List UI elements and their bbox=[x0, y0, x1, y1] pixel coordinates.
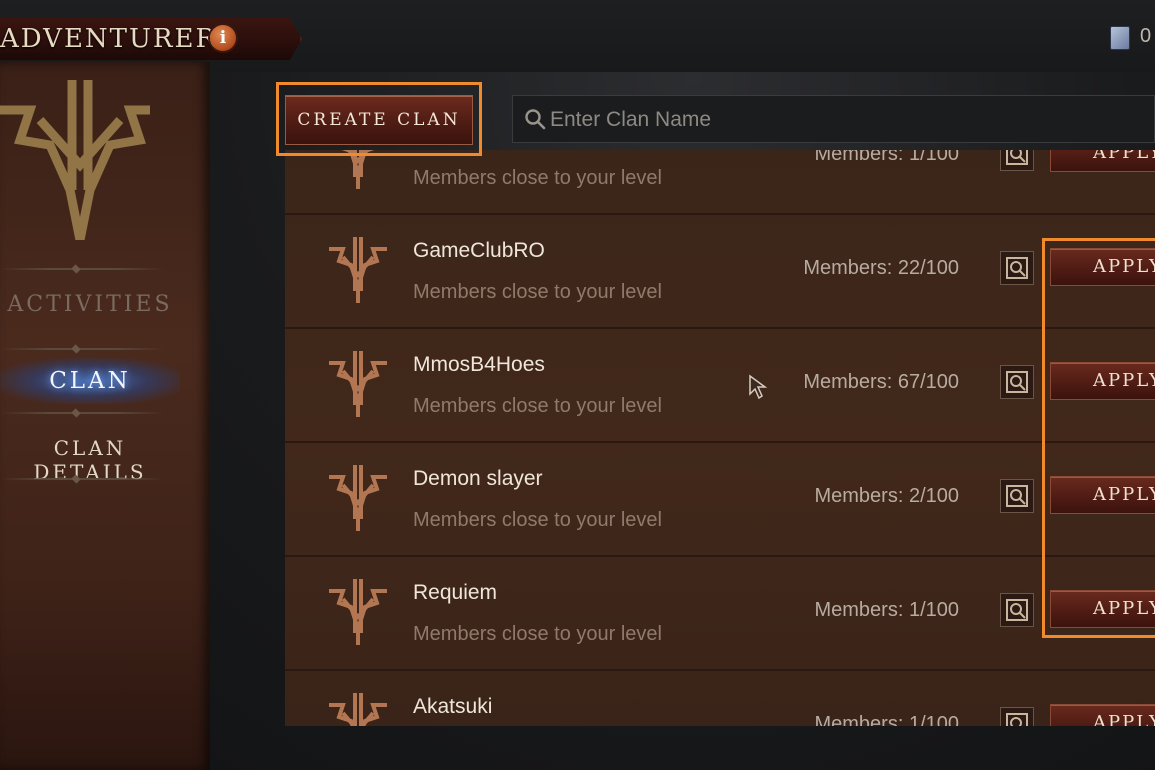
members-count: Members: 2/100 bbox=[814, 485, 959, 507]
sidebar-divider bbox=[0, 348, 165, 350]
clan-emblem-icon bbox=[329, 465, 387, 531]
clan-row[interactable]: GameClubRO Members close to your level M… bbox=[285, 213, 1155, 329]
clan-row[interactable]: Members close to your level Members: 1/1… bbox=[285, 150, 1155, 215]
sidebar-divider bbox=[0, 412, 165, 414]
currency-icon bbox=[1110, 26, 1130, 50]
clan-name: Demon slayer bbox=[413, 467, 543, 490]
clan-name: Requiem bbox=[413, 581, 498, 604]
clan-name: Akatsuki bbox=[413, 695, 493, 718]
clan-row[interactable]: Requiem Members close to your level Memb… bbox=[285, 555, 1155, 671]
sidebar-item-clan[interactable]: CLAN bbox=[0, 358, 180, 404]
info-icon[interactable]: i bbox=[210, 25, 236, 51]
clan-details-button[interactable] bbox=[1000, 479, 1034, 513]
members-count: Members: 1/100 bbox=[814, 713, 959, 726]
clan-subtitle: Members close to your level bbox=[413, 509, 662, 531]
clan-emblem-icon bbox=[341, 150, 375, 189]
clan-emblem-icon bbox=[329, 237, 387, 303]
magnifier-icon bbox=[1006, 371, 1028, 393]
clan-details-button[interactable] bbox=[1000, 365, 1034, 399]
sidebar-divider bbox=[0, 268, 165, 270]
clan-details-button[interactable] bbox=[1000, 251, 1034, 285]
clan-subtitle: Members close to your level bbox=[413, 281, 662, 303]
page-title: ADVENTURER bbox=[0, 24, 218, 54]
members-count: Members: 22/100 bbox=[803, 257, 959, 279]
clan-emblem-icon bbox=[0, 80, 150, 240]
magnifier-icon bbox=[1006, 485, 1028, 507]
search-input[interactable] bbox=[548, 100, 1142, 140]
members-count: Members: 67/100 bbox=[803, 371, 959, 393]
clan-row[interactable]: MmosB4Hoes Members close to your level M… bbox=[285, 327, 1155, 443]
members-count: Members: 1/100 bbox=[814, 599, 959, 621]
clan-subtitle: Members close to your level bbox=[413, 395, 662, 417]
cursor-icon bbox=[749, 374, 768, 400]
apply-buttons-highlight bbox=[1042, 238, 1155, 638]
clan-details-button[interactable] bbox=[1000, 150, 1034, 171]
clan-row[interactable]: Akatsuki Members: 1/100 APPLY bbox=[285, 669, 1155, 726]
clan-emblem-icon bbox=[329, 351, 387, 417]
clan-name: GameClubRO bbox=[413, 239, 545, 262]
clan-row[interactable]: Demon slayer Members close to your level… bbox=[285, 441, 1155, 557]
members-count: Members: 1/100 bbox=[814, 150, 959, 165]
clan-subtitle: Members close to your level bbox=[413, 167, 662, 189]
magnifier-icon bbox=[1006, 150, 1028, 165]
magnifier-icon bbox=[1006, 257, 1028, 279]
magnifier-icon bbox=[1006, 713, 1028, 726]
clan-emblem-icon bbox=[329, 579, 387, 645]
clan-details-button[interactable] bbox=[1000, 707, 1034, 726]
clan-emblem-icon bbox=[329, 693, 387, 726]
sidebar-divider bbox=[0, 478, 165, 480]
sidebar-item-activities[interactable]: ACTIVITIES bbox=[0, 292, 180, 317]
apply-button[interactable]: APPLY bbox=[1050, 704, 1155, 726]
magnifier-icon bbox=[1006, 599, 1028, 621]
search-icon bbox=[525, 109, 546, 130]
clan-list: Members close to your level Members: 1/1… bbox=[285, 150, 1155, 726]
clan-details-button[interactable] bbox=[1000, 593, 1034, 627]
clan-subtitle: Members close to your level bbox=[413, 623, 662, 645]
clan-name: MmosB4Hoes bbox=[413, 353, 545, 376]
apply-button[interactable]: APPLY bbox=[1050, 150, 1155, 172]
create-clan-button[interactable]: CREATE CLAN bbox=[285, 95, 473, 145]
currency-value: 0 bbox=[1140, 25, 1152, 47]
sidebar-item-clan-details[interactable]: CLAN DETAILS bbox=[0, 436, 180, 484]
